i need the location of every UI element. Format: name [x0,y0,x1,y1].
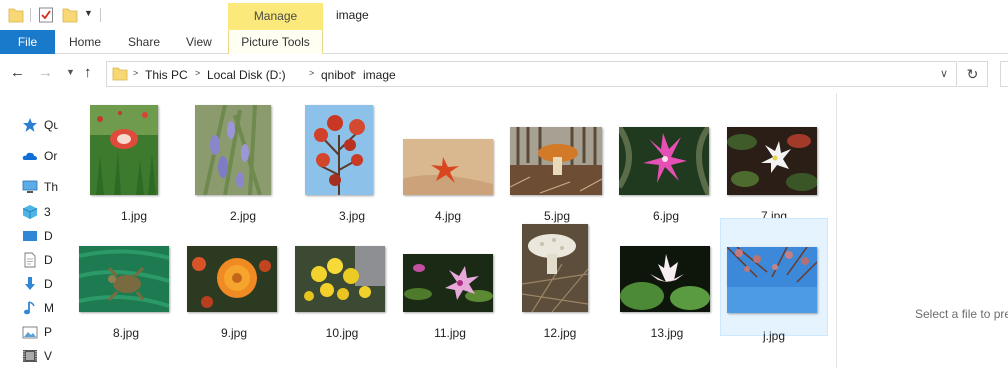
file-tile[interactable]: 10.jpg [288,216,396,340]
file-tile[interactable]: 9.jpg [180,216,288,340]
tab-picture-tools[interactable]: Picture Tools [228,30,323,54]
image-thumbnail [90,105,158,195]
file-tile[interactable]: 2.jpg [189,99,297,223]
nav-item-label: M [44,301,54,315]
file-name: 9.jpg [220,326,248,340]
forward-arrow-icon[interactable]: → [38,64,53,81]
breadcrumb-chevron-icon[interactable]: > [351,68,356,78]
nav-item-label: 3 [44,205,51,219]
music-icon [24,301,35,315]
file-name: 12.jpg [543,326,577,340]
image-thumbnail [727,127,817,195]
window-title: image [336,8,369,22]
folder-icon[interactable] [8,5,24,25]
file-tile[interactable]: 13.jpg [613,216,721,340]
tab-view[interactable]: View [186,30,212,54]
breadcrumb-image[interactable]: image [363,68,396,82]
breadcrumb-chevron-icon[interactable]: > [309,68,314,78]
file-tile[interactable]: 8.jpg [72,216,180,340]
folder-icon [112,67,128,81]
search-input[interactable] [1000,61,1008,87]
manage-context-tab[interactable]: Manage [228,3,323,30]
tab-home[interactable]: Home [69,30,101,54]
image-thumbnail [727,247,817,313]
image-thumbnail [79,246,169,312]
tab-share[interactable]: Share [128,30,160,54]
navigation-pane: Qu Or Th 3 D D D M P V [0,93,58,368]
pictures-icon [22,326,38,339]
image-thumbnail [620,246,710,312]
nav-item-label: Qu [44,118,58,132]
nav-item-label: Or [44,149,58,163]
breadcrumb-chevron-icon[interactable]: > [133,68,138,78]
customize-quick-access-icon[interactable]: ▼ [84,8,93,28]
quick-access-divider [30,8,31,22]
nav-item-label: Th [44,180,58,194]
file-tile[interactable]: 3.jpg [298,99,406,223]
image-thumbnail [195,105,271,195]
file-list[interactable]: 1.jpg 2.jpg 3.jpg 4.jpg 5.jpg 6.jpg 7.jp… [58,93,836,368]
image-thumbnail [510,127,602,195]
image-thumbnail [305,105,373,195]
breadcrumb-local-disk[interactable]: Local Disk (D:) [207,68,286,82]
image-thumbnail [187,246,277,312]
breadcrumb-qnibot[interactable]: qnibot [321,68,354,82]
3d-objects-icon [22,205,38,219]
file-tile-selected[interactable]: j.jpg [720,218,828,343]
preview-pane: Select a file to pre [836,93,1008,368]
breadcrumb-this-pc[interactable]: This PC [145,68,188,82]
image-thumbnail [619,127,709,195]
desktop-icon [23,231,37,241]
properties-check-icon[interactable] [38,5,54,25]
file-name: j.jpg [762,329,785,343]
file-name: 10.jpg [325,326,359,340]
image-thumbnail [403,254,493,312]
file-name: 8.jpg [112,326,140,340]
this-pc-icon [22,180,38,193]
file-tile[interactable]: 6.jpg [612,99,720,223]
star-icon [23,118,37,132]
nav-item-label: P [44,325,53,339]
new-folder-icon[interactable] [62,5,78,25]
nav-item-label: V [44,349,53,363]
downloads-icon [25,277,35,290]
refresh-icon[interactable]: ↻ [958,61,988,87]
file-tile[interactable]: 12.jpg [506,216,614,340]
file-tile[interactable]: 11.jpg [396,216,504,340]
videos-icon [23,350,37,362]
nav-item-label: D [44,277,53,291]
nav-item-label: D [44,229,53,243]
breadcrumb-chevron-icon[interactable]: > [195,68,200,78]
file-name: 13.jpg [650,326,684,340]
address-dropdown-chevron-icon[interactable]: ∨ [940,67,948,80]
navigation-row: ← → ▼ ↑ > This PC > Local Disk (D:) > qn… [0,55,1008,93]
image-thumbnail [403,139,493,195]
recent-locations-chevron-icon[interactable]: ▼ [66,67,75,77]
preview-message: Select a file to pre [915,307,1008,321]
up-arrow-icon[interactable]: ↑ [84,64,92,81]
quick-access-divider [100,8,101,22]
file-tile[interactable]: 7.jpg [720,99,828,223]
nav-item-label: D [44,253,53,267]
documents-icon [24,252,36,268]
file-name: 11.jpg [434,326,466,340]
ribbon-tabs: File Home Share View Picture Tools [0,30,1008,54]
tab-file[interactable]: File [0,30,55,54]
file-tile[interactable]: 5.jpg [503,99,611,223]
address-bar[interactable]: > This PC > Local Disk (D:) > qnibot > i… [106,61,957,87]
file-tile[interactable]: 1.jpg [80,99,188,223]
title-bar: ▼ Manage image [0,0,1008,30]
image-thumbnail [522,224,588,312]
image-thumbnail [295,246,385,312]
back-arrow-icon[interactable]: ← [10,64,25,81]
file-tile[interactable]: 4.jpg [394,99,502,223]
onedrive-cloud-icon [22,152,37,160]
